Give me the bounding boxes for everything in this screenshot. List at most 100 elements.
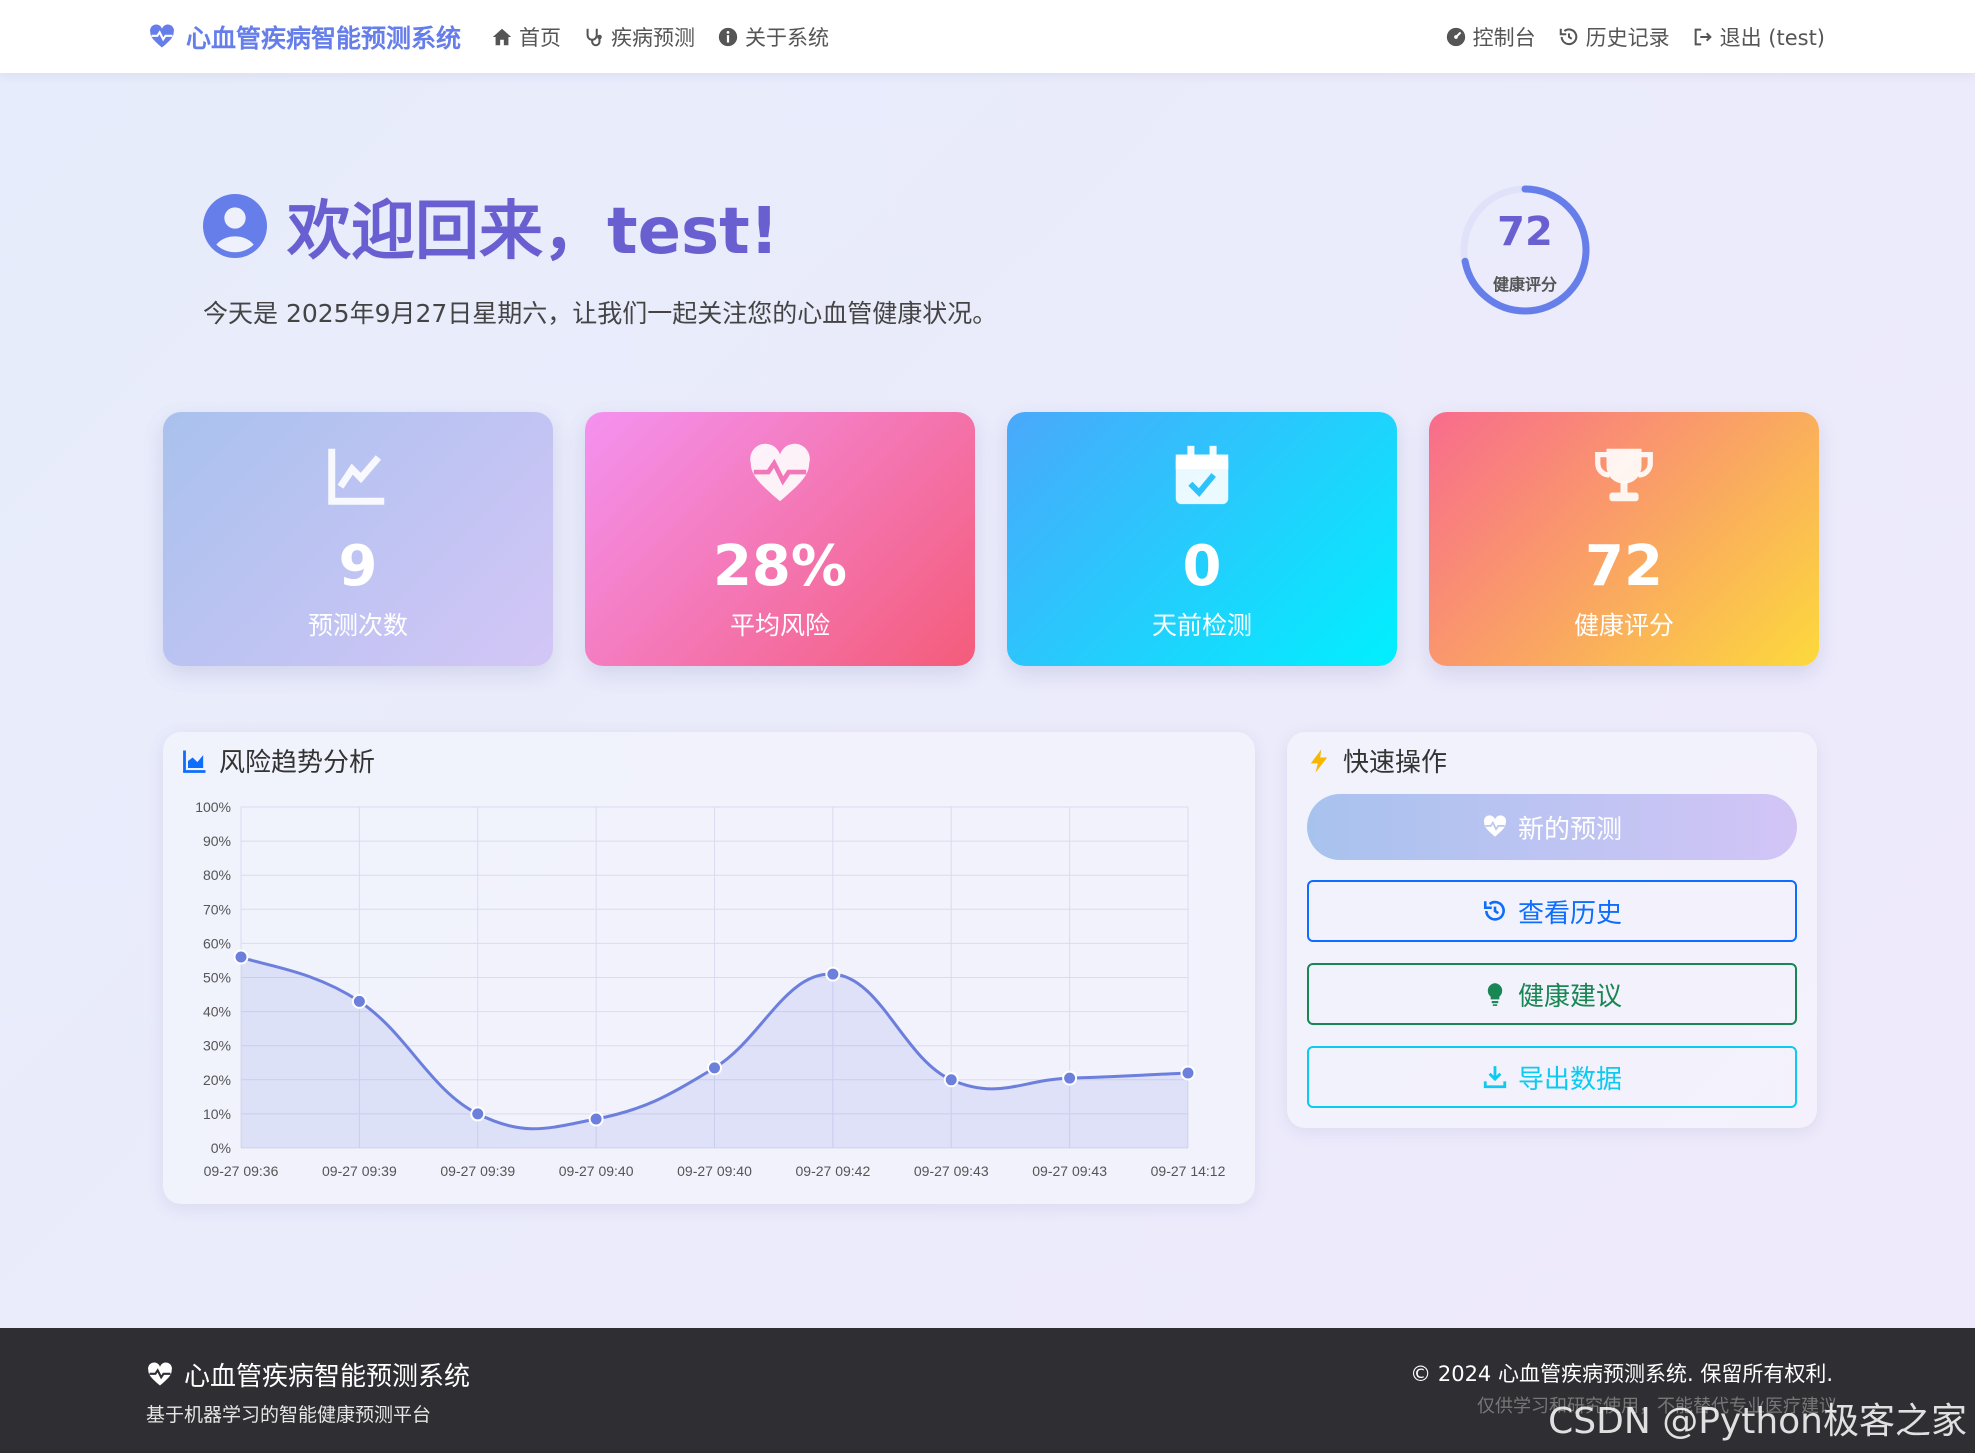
footer-subtitle: 基于机器学习的智能健康预测平台 [146,1404,432,1426]
nav-home[interactable]: 首页 [491,22,561,52]
watermark: CSDN @Python极客之家 [1548,1401,1967,1442]
x-tick-label: 09-27 09:36 [204,1163,279,1179]
stat-card-days-since: 0 天前检测 [1007,412,1397,666]
footer-copyright: © 2024 心血管疾病预测系统. 保留所有权利. [1410,1362,1833,1386]
nav-predict-label: 疾病预测 [611,25,696,50]
home-icon [492,28,512,45]
heart-pulse-icon [1483,815,1507,837]
data-point [588,1111,604,1127]
y-tick-label: 0% [211,1140,231,1156]
heart-pulse-icon [148,1361,172,1385]
risk-trend-chart: 0% 10% 20% 30% 40% 50% 60% 70% 80% 90% 100% 09-27 0… [195,799,1226,1179]
y-tick-label: 30% [203,1038,231,1054]
heart-pulse-icon [750,443,810,502]
footer: 心血管疾病智能预测系统 基于机器学习的智能健康预测平台 © 2024 心血管疾病… [0,1328,1975,1453]
export-data-label: 导出数据 [1517,1064,1622,1095]
lightbulb-icon [1487,983,1503,1006]
y-tick-label: 20% [203,1072,231,1088]
welcome-title-text: 欢迎回来，test! [287,195,779,269]
welcome-subtitle: 今天是 2025年9月27日星期六，让我们一起关注您的心血管健康状况。 [203,299,998,328]
health-score-ring: 72 健康评分 [1458,183,1592,317]
data-point [943,1072,959,1088]
x-tick-label: 09-27 09:43 [1032,1163,1107,1179]
nav-logout-label: 退出 (test) [1719,25,1825,50]
logout-icon [1694,28,1712,45]
x-tick-label: 09-27 14:12 [1151,1163,1226,1179]
nav-predict[interactable]: 疾病预测 [583,22,695,52]
dashboard-icon [1446,27,1465,46]
y-tick-label: 90% [203,833,231,849]
download-icon [1483,1066,1507,1089]
data-point [233,949,249,965]
stat-value: 0 [1182,534,1222,599]
view-history-button[interactable]: 查看历史 [1307,880,1797,942]
trophy-icon [1595,448,1653,502]
y-tick-label: 70% [203,901,231,917]
data-point [351,993,367,1009]
footer-brand-text: 心血管疾病智能预测系统 [184,1362,471,1392]
data-point [1062,1070,1078,1086]
export-data-button[interactable]: 导出数据 [1307,1046,1797,1108]
footer-brand: 心血管疾病智能预测系统 [146,1356,470,1393]
x-tick-label: 09-27 09:43 [914,1163,989,1179]
stat-value: 28% [712,534,848,599]
quick-card-title-text: 快速操作 [1343,748,1448,778]
nav-dashboard[interactable]: 控制台 [1445,22,1536,52]
new-prediction-button[interactable]: 新的预测 [1307,794,1797,860]
nav-home-label: 首页 [519,25,562,50]
view-history-label: 查看历史 [1517,898,1622,929]
data-point [707,1060,722,1076]
user-circle-icon [203,194,267,258]
stat-label: 平均风险 [729,611,830,640]
x-tick-label: 09-27 09:39 [440,1163,515,1179]
score-ring-value: 72 [1497,209,1553,255]
data-point [825,966,841,982]
x-tick-label: 09-27 09:42 [796,1163,871,1179]
stat-card-avg-risk: 28% 平均风险 [585,412,975,666]
calendar-check-icon [1175,445,1229,505]
stat-value: 9 [338,534,378,599]
stat-label: 健康评分 [1573,611,1674,640]
x-tick-label: 09-27 09:40 [677,1163,752,1179]
chart-card-title: 风险趋势分析 [181,742,375,779]
stat-label: 天前检测 [1151,611,1252,640]
quick-actions-card: 快速操作 新的预测 查看历史 健康建议 导出数据 [1287,732,1817,1128]
navbar: 心血管疾病智能预测系统 首页 疾病预测 关于系统 控制台 历史记录 退出 (te… [0,0,1975,73]
info-icon [718,27,738,46]
stat-label: 预测次数 [307,611,408,640]
stat-value: 72 [1585,534,1663,599]
data-point [470,1106,486,1122]
nav-logout[interactable]: 退出 (test) [1692,22,1825,52]
y-tick-label: 60% [203,935,231,951]
y-tick-label: 10% [203,1106,231,1122]
y-tick-label: 80% [203,867,231,883]
chart-card-title-text: 风险趋势分析 [219,748,376,778]
x-tick-label: 09-27 09:40 [559,1163,634,1179]
chart-line-icon [328,448,385,505]
heart-pulse-icon [150,23,174,47]
brand-link[interactable]: 心血管疾病智能预测系统 [148,19,461,55]
nav-dashboard-label: 控制台 [1472,25,1536,50]
risk-trend-card: 0% 10% 20% 30% 40% 50% 60% 70% 80% 90% 100% 09-27 0… [163,732,1255,1204]
brand-text: 心血管疾病智能预测系统 [186,23,462,53]
stat-card-health-score: 72 健康评分 [1429,412,1819,666]
x-tick-label: 09-27 09:39 [322,1163,397,1179]
y-tick-label: 100% [195,799,231,815]
score-ring-label: 健康评分 [1492,275,1557,294]
nav-about[interactable]: 关于系统 [717,22,829,52]
nav-history-label: 历史记录 [1585,25,1670,50]
welcome-section: 欢迎回来，test! 今天是 2025年9月27日星期六，让我们一起关注您的心血… [203,180,997,330]
health-advice-button[interactable]: 健康建议 [1307,963,1797,1025]
y-tick-label: 40% [203,1004,231,1020]
nav-history[interactable]: 历史记录 [1558,22,1670,52]
stethoscope-icon [586,28,602,46]
bolt-icon [1310,748,1328,773]
y-tick-label: 50% [203,970,231,986]
nav-about-label: 关于系统 [745,25,830,50]
welcome-title: 欢迎回来，test! [203,180,997,272]
history-icon [1559,27,1577,45]
quick-card-title: 快速操作 [1305,742,1447,779]
history-icon [1483,900,1505,921]
area-chart-icon [183,750,206,773]
new-prediction-label: 新的预测 [1517,814,1622,845]
